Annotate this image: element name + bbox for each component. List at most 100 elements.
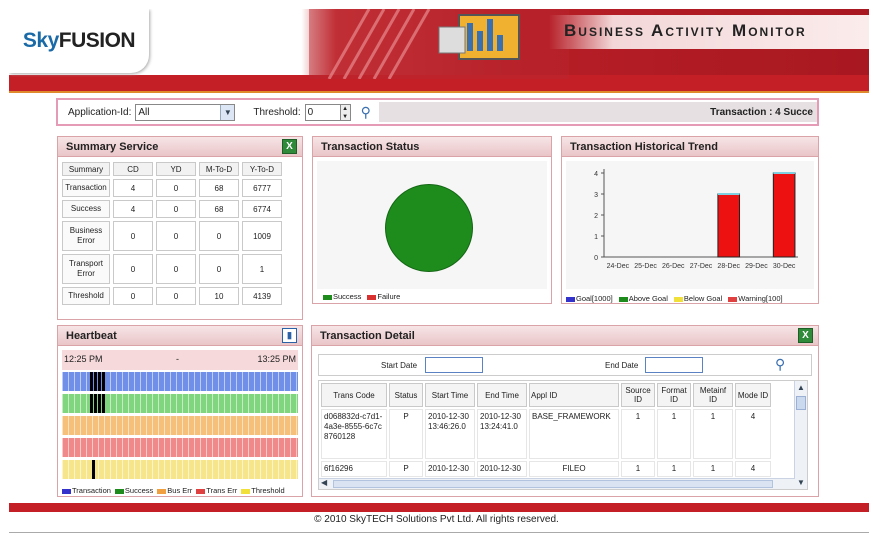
heartbeat-mark — [102, 394, 105, 413]
cell-start-time: 2010-12-30 — [425, 461, 475, 477]
transaction-status-panel: Transaction Status Success Failure — [312, 136, 552, 304]
start-date-input[interactable] — [425, 357, 483, 373]
cell-status: P — [389, 461, 423, 477]
col-header[interactable]: Mode ID — [735, 383, 771, 407]
summary-col-header: Summary — [62, 162, 110, 176]
search-icon[interactable]: ⚲ — [361, 104, 371, 121]
legend-item-above-goal: Above Goal — [618, 294, 668, 303]
row-label: Transport Error — [62, 254, 110, 284]
col-header[interactable]: Format ID — [657, 383, 691, 407]
cell-start-time: 2010-12-30 13:46:26.0 — [425, 409, 475, 459]
legend-item-success: Success — [323, 292, 361, 301]
trend-bar[interactable] — [772, 172, 796, 258]
trend-bar-chart: 0 1 2 3 4 24-Dec 25-Dec 26-Dec 27-Dec 28-Dec 29-De… — [594, 169, 798, 270]
row-label: Threshold — [62, 287, 110, 305]
y-tick-label: 4 — [594, 171, 598, 178]
threshold-input[interactable]: 0 — [304, 103, 341, 121]
footer-divider — [9, 532, 869, 533]
scroll-thumb[interactable] — [796, 396, 806, 410]
threshold-label: Threshold: — [253, 106, 301, 118]
chart-icon[interactable]: ▮ — [282, 328, 297, 343]
summary-col-header: M-To-D — [199, 162, 239, 176]
date-filter-row: Start Date End Date ⚲ — [318, 354, 812, 376]
scroll-down-icon[interactable]: ▼ — [795, 476, 807, 489]
excel-export-icon[interactable]: X — [282, 139, 297, 154]
col-header[interactable]: End Time — [477, 383, 527, 407]
historical-trend-title: Transaction Historical Trend — [570, 141, 718, 153]
threshold-spinner[interactable]: ▲ ▼ — [340, 103, 351, 121]
cell-source-id: 1 — [621, 409, 655, 459]
row-label: Transaction — [62, 179, 110, 197]
col-header[interactable]: Source ID — [621, 383, 655, 407]
historical-trend-panel: Transaction Historical Trend 0 1 2 3 4 24-Dec… — [561, 136, 819, 304]
horizontal-scrollbar[interactable]: ◀ — [319, 478, 795, 489]
trend-legend: Goal[1000] Above Goal Below Goal Warning… — [566, 294, 783, 303]
summary-table: Summary CD YD M-To-D Y-To-D Transaction … — [59, 159, 285, 308]
cell-mtd: 0 — [199, 254, 239, 284]
application-select[interactable]: All ▼ — [135, 103, 236, 121]
summary-col-header: Y-To-D — [242, 162, 282, 176]
heartbeat-lane — [62, 438, 298, 457]
cell-ytd: 6777 — [242, 179, 282, 197]
transaction-detail-panel: Transaction Detail X Start Date End Date… — [311, 325, 819, 497]
scroll-thumb[interactable] — [333, 480, 773, 488]
cell-cd: 0 — [113, 287, 153, 305]
header-banner: SkyFUSION Business Activity Monitor — [9, 9, 869, 91]
legend-item-bus-err: Bus Err — [157, 486, 192, 495]
table-row: Threshold 0 0 10 4139 — [62, 287, 282, 305]
historical-trend-header: Transaction Historical Trend — [562, 137, 818, 157]
status-pie-chart[interactable] — [385, 184, 473, 272]
heartbeat-mark — [102, 372, 105, 391]
y-tick-label: 1 — [594, 234, 598, 241]
chevron-down-icon[interactable]: ▼ — [220, 104, 235, 120]
transaction-status-header: Transaction Status — [313, 137, 551, 157]
col-header[interactable]: Status — [389, 383, 423, 407]
trend-chart-area: 0 1 2 3 4 24-Dec 25-Dec 26-Dec 27-Dec 28-Dec 29-De… — [566, 161, 814, 289]
heartbeat-panel: Heartbeat ▮ 12:25 PM - 13:25 PM Transact… — [57, 325, 303, 497]
end-date-input[interactable] — [645, 357, 703, 373]
x-tick-label: 30-Dec — [773, 263, 796, 270]
legend-item-goal: Goal[1000] — [566, 294, 613, 303]
banner-artwork — [309, 9, 569, 79]
cell-mtd: 68 — [199, 179, 239, 197]
table-row[interactable]: d068832d-c7d1-4a3e-8555-6c7c8760128 P 20… — [321, 409, 771, 459]
cell-trans-code: d068832d-c7d1-4a3e-8555-6c7c8760128 — [321, 409, 387, 459]
table-row[interactable]: 6f16296 P 2010-12-30 2010-12-30 FILEO 1 … — [321, 461, 771, 477]
trend-bar[interactable] — [717, 193, 741, 258]
transaction-detail-header: Transaction Detail X — [312, 326, 818, 346]
transaction-status-title: Transaction Status — [321, 141, 420, 153]
excel-export-icon[interactable]: X — [798, 328, 813, 343]
heartbeat-mark — [98, 372, 101, 391]
col-header[interactable]: Start Time — [425, 383, 475, 407]
legend-item-warning: Warning[100] — [728, 294, 783, 303]
cell-mtd: 10 — [199, 287, 239, 305]
summary-service-header: Summary Service X — [58, 137, 302, 157]
cell-metainf-id: 1 — [693, 461, 733, 477]
row-label: Business Error — [62, 221, 110, 251]
cell-status: P — [389, 409, 423, 459]
scroll-left-icon[interactable]: ◀ — [321, 478, 327, 487]
start-date-label: Start Date — [381, 361, 418, 370]
transaction-detail-table: Trans Code Status Start Time End Time Ap… — [318, 380, 808, 490]
cell-format-id: 1 — [657, 409, 691, 459]
vertical-scrollbar[interactable]: ▲ ▼ — [794, 381, 807, 489]
summary-service-title: Summary Service — [66, 141, 159, 153]
cell-mtd: 68 — [199, 200, 239, 218]
logo-fusion: FUSION — [58, 29, 136, 52]
cell-cd: 4 — [113, 200, 153, 218]
heartbeat-lanes — [62, 372, 298, 482]
bar-cap — [773, 172, 795, 174]
legend-item-success: Success — [114, 486, 153, 495]
time-end: 13:25 PM — [257, 354, 296, 364]
cell-mtd: 0 — [199, 221, 239, 251]
scroll-up-icon[interactable]: ▲ — [795, 381, 807, 394]
end-date-label: End Date — [605, 361, 639, 370]
col-header[interactable]: Metainf ID — [693, 383, 733, 407]
table-row: Transaction 4 0 68 6777 — [62, 179, 282, 197]
cell-appl-id: BASE_FRAMEWORK — [529, 409, 619, 459]
col-header[interactable]: Appl ID — [529, 383, 619, 407]
cell-ytd: 1009 — [242, 221, 282, 251]
search-icon[interactable]: ⚲ — [775, 356, 785, 373]
cell-trans-code: 6f16296 — [321, 461, 387, 477]
col-header[interactable]: Trans Code — [321, 383, 387, 407]
